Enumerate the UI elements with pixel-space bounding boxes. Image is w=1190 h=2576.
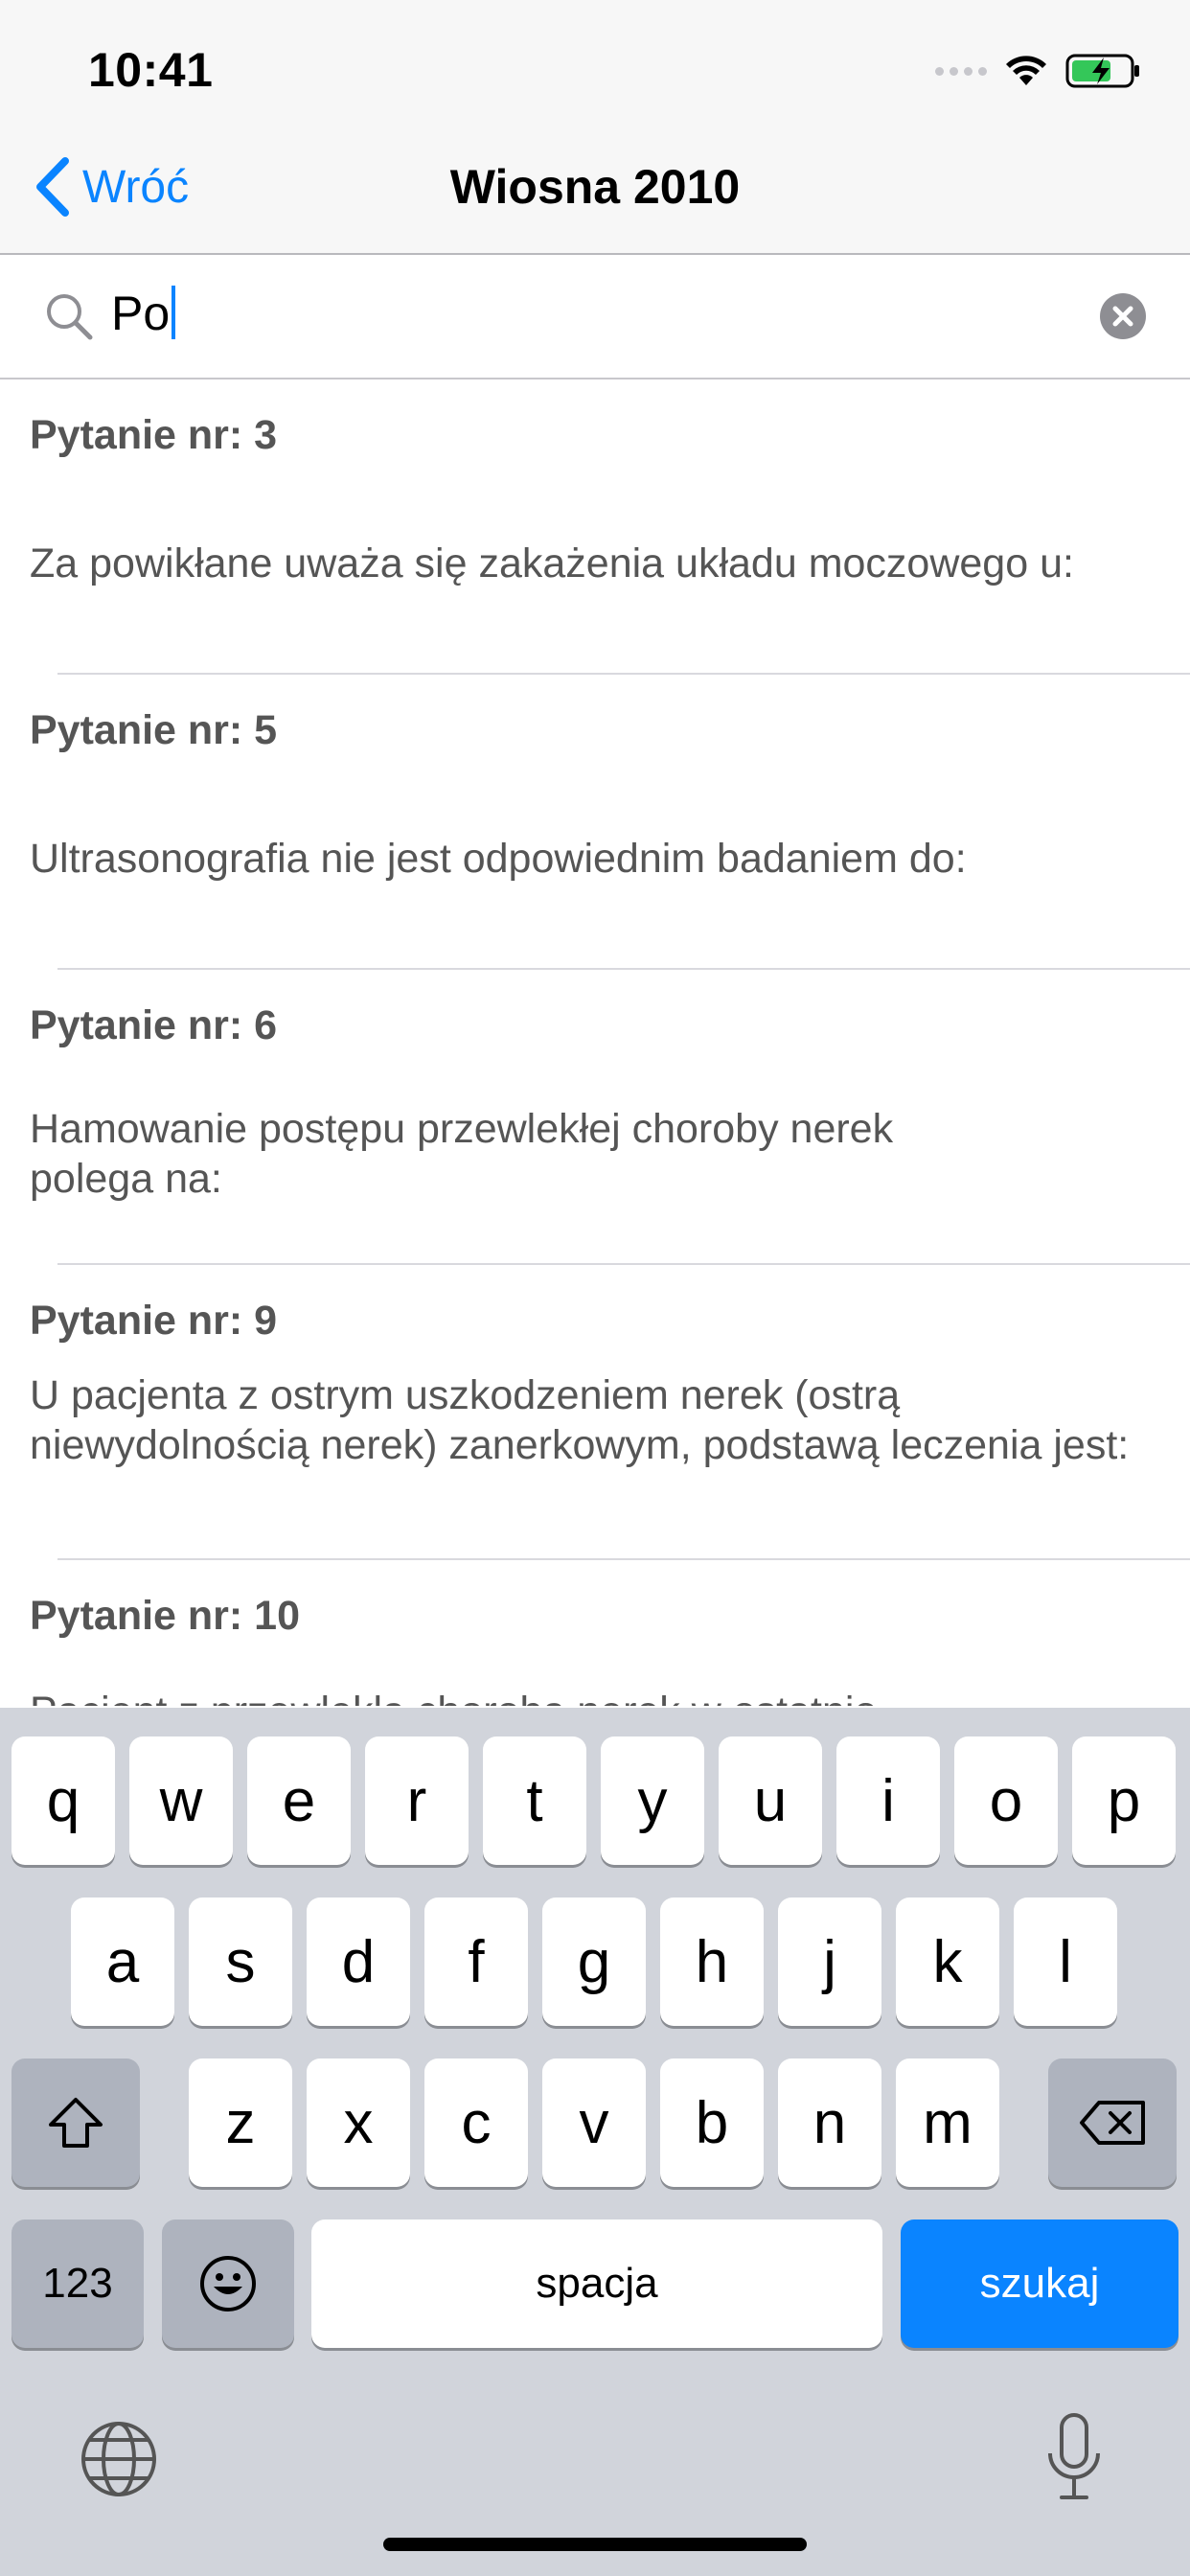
key-g[interactable]: g xyxy=(542,1898,646,2026)
question-text: Hamowanie postępu przewlekłej choroby ne… xyxy=(30,1106,894,1202)
key-p[interactable]: p xyxy=(1072,1736,1176,1865)
globe-icon xyxy=(81,2422,156,2496)
microphone-icon xyxy=(1048,2413,1100,2499)
key-z[interactable]: z xyxy=(189,2058,292,2187)
status-time: 10:41 xyxy=(88,43,214,97)
key-d[interactable]: d xyxy=(307,1898,410,2026)
home-indicator[interactable] xyxy=(383,2538,807,2551)
question-text: Za powikłane uważa się zakażenia układu … xyxy=(30,540,1074,586)
key-c[interactable]: c xyxy=(424,2058,528,2187)
key-o[interactable]: o xyxy=(954,1736,1058,1865)
search-input-text: Po xyxy=(111,287,171,340)
key-u[interactable]: u xyxy=(719,1736,822,1865)
key-b[interactable]: b xyxy=(660,2058,764,2187)
key-j[interactable]: j xyxy=(778,1898,881,2026)
question-text: U pacjenta z ostrym uszkodzeniem nerek (… xyxy=(30,1372,1130,1468)
key-t[interactable]: t xyxy=(483,1736,586,1865)
question-number: Pytanie nr: 10 xyxy=(30,1593,300,1639)
key-r[interactable]: r xyxy=(365,1736,469,1865)
status-icons xyxy=(935,50,1142,92)
battery-charging-icon xyxy=(1065,54,1139,88)
question-list: Pytanie nr: 3 Za powikłane uważa się zak… xyxy=(0,380,1190,1706)
key-i[interactable]: i xyxy=(836,1736,940,1865)
key-y[interactable]: y xyxy=(601,1736,704,1865)
question-number: Pytanie nr: 3 xyxy=(30,412,278,458)
key-m[interactable]: m xyxy=(896,2058,999,2187)
top-bar: 10:41 Wróć Wiosna 2010 xyxy=(0,0,1190,255)
key-f[interactable]: f xyxy=(424,1898,528,2026)
search-icon xyxy=(47,294,93,340)
clear-search-button[interactable] xyxy=(1100,293,1146,339)
emoji-icon xyxy=(200,2256,256,2312)
key-x[interactable]: x xyxy=(307,2058,410,2187)
search-input[interactable]: Po xyxy=(111,286,176,341)
key-q[interactable]: q xyxy=(11,1736,115,1865)
page-title: Wiosna 2010 xyxy=(449,160,741,214)
question-text: Pacjent z przewlekłą chorobą nerek w ost… xyxy=(30,1687,1151,1706)
list-item[interactable]: Pytanie nr: 3 Za powikłane uważa się zak… xyxy=(0,380,1190,675)
key-n[interactable]: n xyxy=(778,2058,881,2187)
backspace-icon xyxy=(1080,2101,1145,2145)
list-item[interactable]: Pytanie nr: 10 Pacjent z przewlekłą chor… xyxy=(0,1560,1190,1706)
question-number: Pytanie nr: 5 xyxy=(30,707,278,753)
wifi-icon xyxy=(1006,56,1046,85)
key-k[interactable]: k xyxy=(896,1898,999,2026)
list-item[interactable]: Pytanie nr: 5 Ultrasonografia nie jest o… xyxy=(0,675,1190,970)
space-key[interactable]: spacja xyxy=(311,2220,882,2348)
shift-key[interactable] xyxy=(11,2058,140,2187)
question-number: Pytanie nr: 6 xyxy=(30,1002,278,1048)
list-item[interactable]: Pytanie nr: 6 Hamowanie postępu przewlek… xyxy=(0,970,1190,1265)
key-s[interactable]: s xyxy=(189,1898,292,2026)
question-number: Pytanie nr: 9 xyxy=(30,1298,278,1344)
numbers-key[interactable]: 123 xyxy=(11,2220,144,2348)
key-v[interactable]: v xyxy=(542,2058,646,2187)
search-key[interactable]: szukaj xyxy=(901,2220,1179,2348)
clear-icon xyxy=(1112,306,1133,327)
key-l[interactable]: l xyxy=(1014,1898,1117,2026)
cellular-signal-icon xyxy=(935,66,987,76)
key-w[interactable]: w xyxy=(129,1736,233,1865)
list-item[interactable]: Pytanie nr: 9 U pacjenta z ostrym uszkod… xyxy=(0,1265,1190,1560)
question-text: Ultrasonografia nie jest odpowiednim bad… xyxy=(30,836,967,882)
backspace-key[interactable] xyxy=(1048,2058,1177,2187)
key-h[interactable]: h xyxy=(660,1898,764,2026)
globe-button[interactable] xyxy=(79,2419,159,2504)
shift-icon xyxy=(49,2098,103,2148)
keyboard: q w e r t y u i o p a s d f g h j k l z … xyxy=(0,1708,1190,2576)
text-caret xyxy=(172,286,176,339)
key-a[interactable]: a xyxy=(71,1898,174,2026)
emoji-key[interactable] xyxy=(162,2220,294,2348)
key-e[interactable]: e xyxy=(247,1736,351,1865)
microphone-button[interactable] xyxy=(1044,2411,1104,2508)
search-bar[interactable]: Po xyxy=(0,255,1190,380)
